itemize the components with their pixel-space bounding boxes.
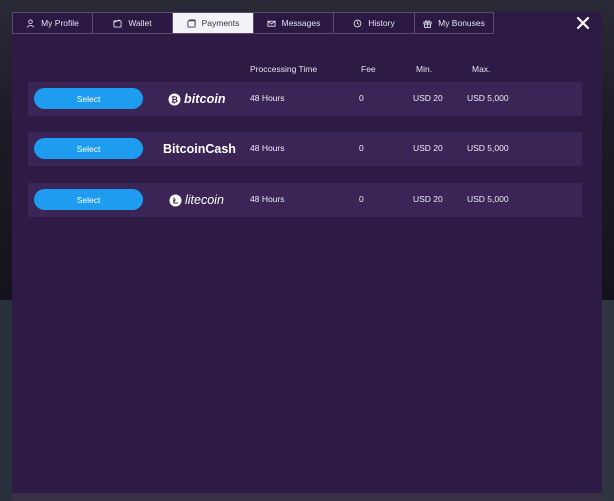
clock-icon xyxy=(353,19,362,27)
header-processing-time: Proccessing Time xyxy=(250,64,318,74)
tab-label: My Profile xyxy=(41,18,79,28)
fee-value: 0 xyxy=(359,143,364,153)
min-value: USD 20 xyxy=(413,93,443,103)
header-fee: Fee xyxy=(361,64,376,74)
column-headers: Proccessing Time Fee Min. Max. xyxy=(12,64,602,76)
bitcoincash-logo: BitcoinCash xyxy=(163,140,236,158)
tab-my-bonuses[interactable]: My Bonuses xyxy=(415,12,494,34)
logo-text: litecoin xyxy=(185,193,224,207)
tab-messages[interactable]: Messages xyxy=(254,12,334,34)
processing-time: 48 Hours xyxy=(250,143,285,153)
processing-time: 48 Hours xyxy=(250,194,285,204)
tab-my-profile[interactable]: My Profile xyxy=(12,12,93,34)
bitcoin-logo: ₿ bitcoin xyxy=(168,90,226,108)
close-icon[interactable] xyxy=(576,16,590,30)
max-value: USD 5,000 xyxy=(467,194,509,204)
gift-icon xyxy=(423,19,432,28)
tab-wallet[interactable]: Wallet xyxy=(93,12,173,34)
tab-label: Wallet xyxy=(128,18,152,28)
max-value: USD 5,000 xyxy=(467,93,509,103)
litecoin-logo: Ł litecoin xyxy=(169,191,224,209)
bitcoin-icon: ₿ xyxy=(168,93,181,105)
payment-method-row: Select Ł litecoin 48 Hours 0 USD 20 USD … xyxy=(28,183,582,217)
tab-payments[interactable]: Payments xyxy=(173,12,254,34)
logo-text: BitcoinCash xyxy=(163,142,236,156)
min-value: USD 20 xyxy=(413,143,443,153)
tab-label: History xyxy=(368,18,395,28)
user-icon xyxy=(26,18,35,28)
tab-label: Messages xyxy=(281,18,321,28)
card-icon xyxy=(187,18,196,28)
select-button[interactable]: Select xyxy=(34,138,143,159)
logo-text: bitcoin xyxy=(184,92,226,106)
tab-bar: My Profile Wallet Payments Messages Hist… xyxy=(12,12,494,34)
max-value: USD 5,000 xyxy=(467,143,509,153)
account-modal: My Profile Wallet Payments Messages Hist… xyxy=(12,12,602,493)
tab-history[interactable]: History xyxy=(334,12,415,34)
svg-text:Ł: Ł xyxy=(173,195,178,205)
backdrop-strip-bottom xyxy=(12,493,602,501)
select-button[interactable]: Select xyxy=(34,189,143,210)
svg-text:₿: ₿ xyxy=(171,94,178,104)
envelope-icon xyxy=(267,20,276,27)
fee-value: 0 xyxy=(359,93,364,103)
min-value: USD 20 xyxy=(413,194,443,204)
wallet-icon xyxy=(113,19,122,28)
fee-value: 0 xyxy=(359,194,364,204)
tab-label: Payments xyxy=(201,18,240,28)
payment-method-row: Select BitcoinCash 48 Hours 0 USD 20 USD… xyxy=(28,132,582,166)
tab-label: My Bonuses xyxy=(438,18,485,28)
backdrop-strip-left xyxy=(0,300,12,501)
payment-method-row: Select ₿ bitcoin 48 Hours 0 USD 20 USD 5… xyxy=(28,82,582,116)
litecoin-icon: Ł xyxy=(169,194,182,206)
header-min: Min. xyxy=(416,64,433,74)
backdrop-strip-right xyxy=(602,300,614,501)
processing-time: 48 Hours xyxy=(250,93,285,103)
header-max: Max. xyxy=(472,64,491,74)
select-button[interactable]: Select xyxy=(34,88,143,109)
